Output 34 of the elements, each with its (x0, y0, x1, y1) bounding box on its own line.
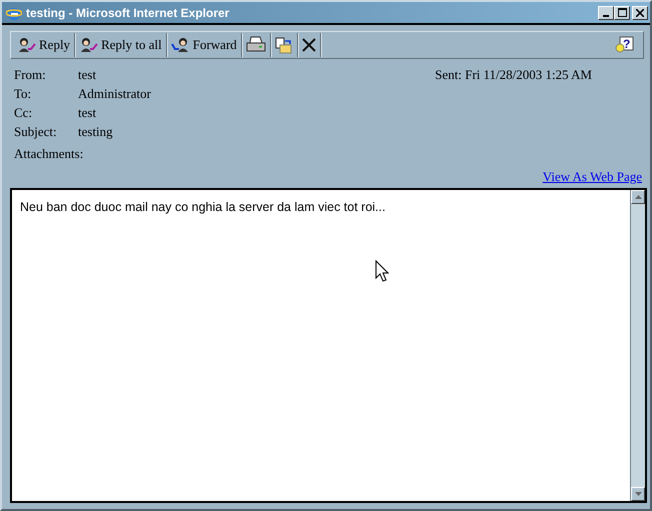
folder-icon (274, 36, 293, 54)
forward-button[interactable]: Forward (166, 33, 242, 57)
header-value: testing (78, 123, 113, 140)
message-text: Neu ban doc duoc mail nay co nghia la server da lam viec tot roi... (20, 200, 386, 214)
header-value: Administrator (78, 85, 151, 102)
header-label: Subject: (14, 123, 58, 140)
header-label: To: (14, 85, 32, 102)
scroll-up-button[interactable] (631, 190, 645, 204)
reply-all-button[interactable]: Reply to all (75, 33, 167, 57)
maximize-icon (618, 8, 626, 17)
view-as-web-page-link[interactable]: View As Web Page (542, 169, 642, 185)
printer-icon (246, 36, 266, 54)
sent-date: Sent: Fri 11/28/2003 1:25 AM (435, 67, 592, 84)
close-button[interactable] (632, 6, 648, 20)
person-arrow-icon (79, 37, 100, 53)
reply-button[interactable]: Reply (13, 33, 76, 57)
header-value: test (78, 66, 96, 83)
header-label: From: (14, 66, 47, 83)
close-icon (636, 8, 644, 16)
attachments-label: Attachments: (14, 145, 84, 162)
mouse-pointer-icon (375, 260, 389, 282)
minimize-icon (603, 14, 609, 16)
window-title: testing - Microsoft Internet Explorer (26, 6, 230, 20)
header-value: test (78, 104, 96, 121)
scrollbar[interactable] (630, 190, 645, 501)
person-arrow-icon (170, 37, 191, 53)
maximize-button[interactable] (614, 6, 630, 20)
header-label: Cc: (14, 104, 34, 121)
down-arrow-icon (634, 492, 642, 496)
delete-icon (302, 38, 316, 52)
person-arrow-icon (17, 37, 37, 53)
up-arrow-icon (634, 195, 642, 199)
scroll-down-button[interactable] (631, 487, 645, 501)
minimize-button[interactable] (598, 6, 614, 20)
